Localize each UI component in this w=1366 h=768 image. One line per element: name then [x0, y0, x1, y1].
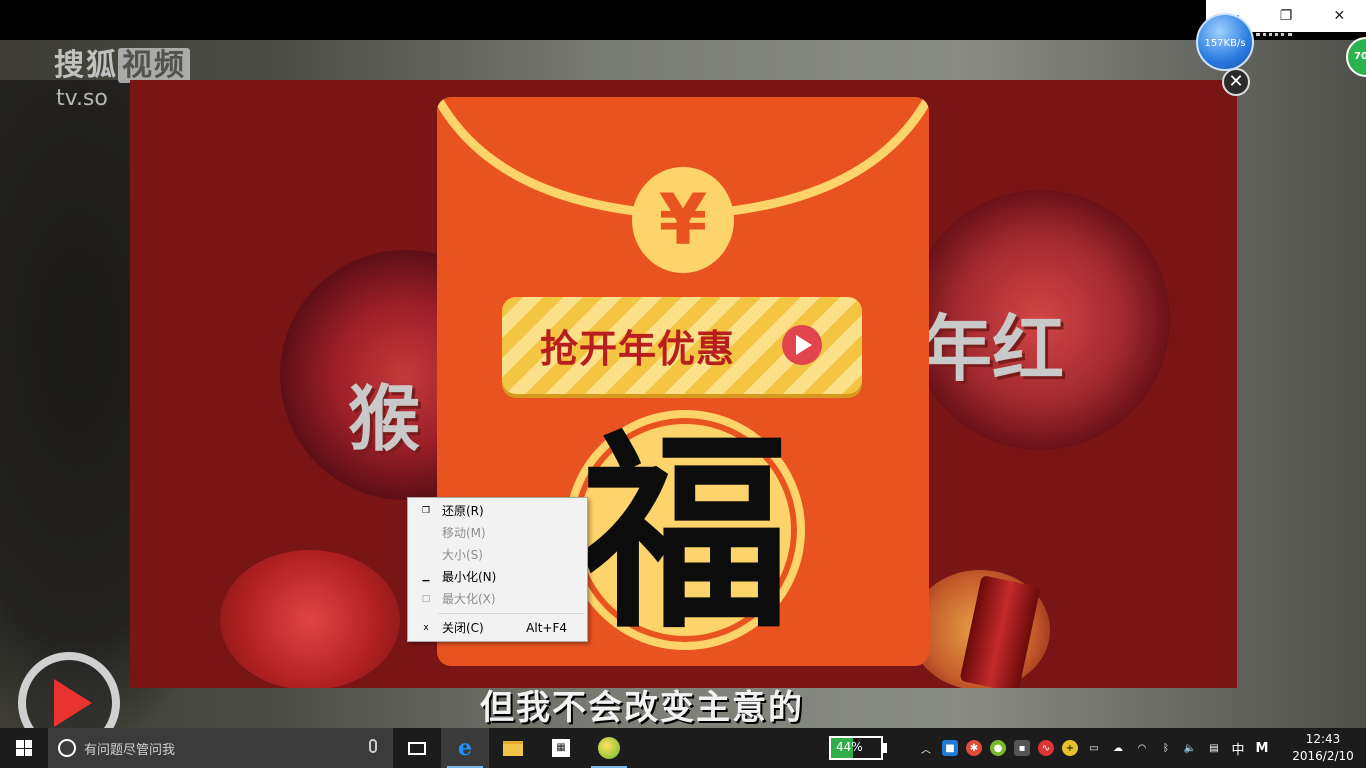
close-window-button[interactable]: ✕	[1313, 0, 1366, 32]
ad-deco-headphones	[220, 550, 400, 688]
edge-icon: e	[458, 735, 472, 761]
watermark-main: 搜狐	[54, 48, 118, 83]
menu-accelerator: Alt+F4	[526, 621, 567, 635]
menu-label: 最大化(X)	[442, 592, 496, 606]
clock-time: 12:43	[1305, 732, 1341, 746]
ad-bg-text-right: 年红	[920, 307, 1065, 391]
search-placeholder: 有问题尽管问我	[84, 742, 176, 758]
net-speed-ball[interactable]: 157KB/s	[1196, 13, 1254, 71]
player-app-icon	[598, 737, 620, 759]
cortana-icon	[58, 739, 76, 757]
menu-item-size[interactable]: 大小(S)	[408, 544, 587, 566]
menu-separator	[438, 613, 585, 614]
video-subtitle: 但我不会改变主意的	[480, 688, 804, 728]
bluetooth-icon[interactable]: ᛒ	[1158, 740, 1174, 756]
drag-handle-icon[interactable]	[1256, 33, 1292, 37]
task-view-icon	[408, 741, 426, 755]
menu-item-maximize[interactable]: □ 最大化(X)	[408, 588, 587, 610]
battery-nub	[883, 743, 887, 753]
cortana-search-box[interactable]: 有问题尽管问我	[48, 728, 393, 768]
top-black-strip	[0, 0, 1366, 40]
tray-app-monitor-icon[interactable]: ∿	[1038, 740, 1054, 756]
store-icon: ▦	[552, 739, 570, 757]
windows-logo-icon	[16, 740, 32, 756]
system-context-menu: ❐ 还原(R) 移动(M) 大小(S) ▁ 最小化(N) □ 最大化(X) x 关闭(C…	[407, 497, 588, 642]
close-icon: x	[423, 623, 429, 633]
microphone-icon[interactable]	[369, 739, 377, 753]
chevron-up-icon[interactable]: ︿	[918, 740, 934, 756]
system-tray: ︿ ■ ✱ ● ▪ ∿ + ▭ ☁ ◠ ᛒ 🔈 ▤ 中 M	[918, 728, 1270, 768]
ime-indicator[interactable]: 中	[1230, 740, 1246, 758]
taskbar-store[interactable]: ▦	[537, 728, 585, 768]
maximize-icon: □	[421, 594, 431, 604]
watermark-url: tv.so	[56, 86, 108, 111]
sohu-watermark: 搜狐 视频	[54, 40, 190, 84]
taskbar-clock[interactable]: 12:43 2016/2/10	[1285, 731, 1361, 765]
tray-app-chat-icon[interactable]: ▪	[1014, 740, 1030, 756]
tray-app-blue-icon[interactable]: ■	[942, 740, 958, 756]
restore-button[interactable]: ❐	[1259, 0, 1312, 32]
taskbar-explorer[interactable]	[489, 728, 537, 768]
start-button[interactable]	[0, 728, 48, 768]
taskbar-edge[interactable]: e	[441, 728, 489, 768]
menu-label: 关闭(C)	[442, 621, 484, 635]
watermark-box: 视频	[118, 48, 190, 83]
grab-discount-button[interactable]: 抢开年优惠	[502, 297, 862, 394]
menu-label: 还原(R)	[442, 504, 484, 518]
fu-medallion: 福	[565, 410, 805, 650]
tray-app-green-icon[interactable]: ●	[990, 740, 1006, 756]
menu-item-close[interactable]: x 关闭(C) Alt+F4	[408, 617, 587, 639]
task-view-button[interactable]	[393, 728, 441, 768]
ad-bg-text-left: 猴	[348, 377, 421, 461]
play-arrow-icon	[782, 325, 822, 365]
restore-icon: ❐	[421, 506, 431, 516]
menu-label: 移动(M)	[442, 526, 486, 540]
tray-app-red-icon[interactable]: ✱	[966, 740, 982, 756]
taskbar-player-app[interactable]	[585, 728, 633, 768]
minimize-icon: ▁	[422, 572, 430, 582]
battery-text: 44%	[836, 740, 863, 754]
fu-character: 福	[579, 410, 790, 657]
menu-item-minimize[interactable]: ▁ 最小化(N)	[408, 566, 587, 588]
menu-label: 最小化(N)	[442, 570, 497, 584]
menu-label: 大小(S)	[442, 548, 483, 562]
menu-item-restore[interactable]: ❐ 还原(R)	[408, 500, 587, 522]
tray-app-plus-icon[interactable]: +	[1062, 740, 1078, 756]
folder-icon	[503, 740, 523, 756]
menu-item-move[interactable]: 移动(M)	[408, 522, 587, 544]
cloud-icon[interactable]: ☁	[1110, 740, 1126, 756]
battery-small-icon[interactable]: ▭	[1086, 740, 1102, 756]
cta-label: 抢开年优惠	[540, 327, 736, 371]
clock-date: 2016/2/10	[1292, 749, 1354, 763]
yuan-coin-icon: ¥	[632, 167, 734, 273]
action-center-icon[interactable]: ▤	[1206, 740, 1222, 756]
volume-icon[interactable]: 🔈	[1182, 740, 1198, 756]
ime-mode-indicator[interactable]: M	[1254, 740, 1270, 756]
wifi-icon[interactable]: ◠	[1134, 740, 1150, 756]
